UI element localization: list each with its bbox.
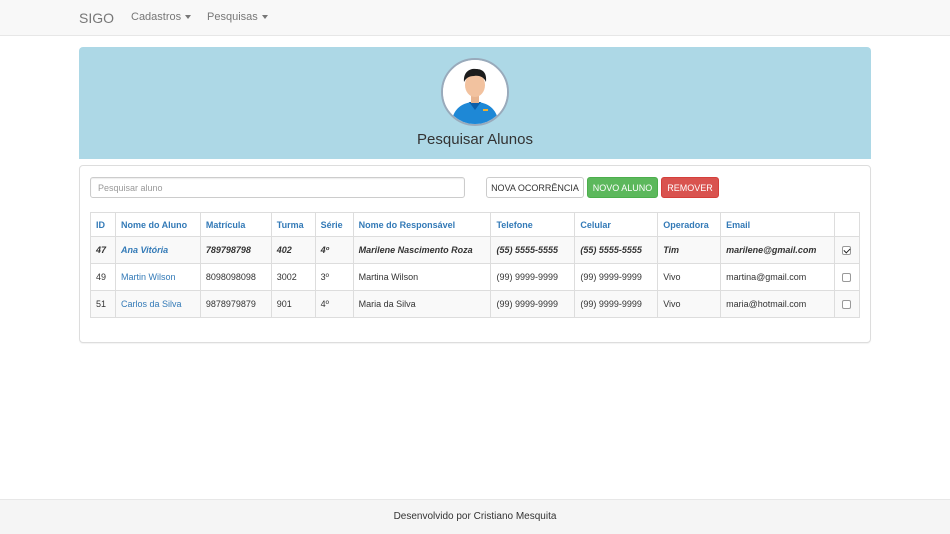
- cell-id: 47: [90, 236, 116, 264]
- caret-down-icon: [261, 15, 268, 20]
- cell-nome-link[interactable]: Ana Vitória: [114, 236, 201, 264]
- column-header-serie[interactable]: Série: [314, 212, 354, 237]
- column-header-id[interactable]: ID: [90, 212, 116, 237]
- cell-responsavel: Maria da Silva: [352, 290, 492, 318]
- user-avatar-icon: [441, 58, 509, 126]
- table-row[interactable]: 47 Ana Vitória 789798798 402 4º Marilene…: [90, 236, 861, 264]
- cell-celular: (99) 9999-9999: [574, 290, 659, 318]
- caret-down-icon: [185, 15, 192, 20]
- cell-id: 49: [90, 263, 116, 291]
- brand-link[interactable]: SIGO: [79, 10, 114, 26]
- menu-cadastros-label: Cadastros: [131, 11, 182, 23]
- cell-responsavel: Marilene Nascimento Roza: [352, 236, 492, 264]
- column-header-responsavel[interactable]: Nome do Responsável: [352, 212, 492, 237]
- menu-cadastros[interactable]: Cadastros: [131, 11, 192, 23]
- column-header-telefone[interactable]: Telefone: [490, 212, 576, 237]
- footer-text: Desenvolvido por Cristiano Mesquita: [393, 511, 557, 522]
- checkbox-unchecked[interactable]: [842, 273, 852, 283]
- cell-select: [833, 263, 861, 291]
- cell-turma: 3002: [270, 263, 316, 291]
- column-header-matricula[interactable]: Matrícula: [199, 212, 272, 237]
- cell-matricula: 789798798: [199, 236, 272, 264]
- menu-pesquisas[interactable]: Pesquisas: [207, 11, 268, 23]
- cell-matricula: 9878979879: [199, 290, 272, 318]
- cell-serie: 4º: [314, 236, 354, 264]
- students-table: ID Nome do Aluno Matrícula Turma Série N…: [90, 212, 861, 318]
- footer: Desenvolvido por Cristiano Mesquita: [0, 499, 950, 534]
- table-row[interactable]: 51 Carlos da Silva 9878979879 901 4º Mar…: [90, 290, 861, 318]
- search-panel: NOVA OCORRÊNCIA NOVO ALUNO REMOVER ID No…: [79, 165, 871, 343]
- cell-id: 51: [90, 290, 116, 318]
- table-header-row: ID Nome do Aluno Matrícula Turma Série N…: [90, 212, 861, 237]
- novo-aluno-button[interactable]: NOVO ALUNO: [587, 177, 658, 198]
- cell-telefone: (99) 9999-9999: [490, 263, 576, 291]
- column-header-select: [833, 212, 861, 237]
- menu-pesquisas-label: Pesquisas: [207, 11, 258, 23]
- column-header-celular[interactable]: Celular: [574, 212, 659, 237]
- table-row[interactable]: 49 Martin Wilson 8098098098 3002 3º Mart…: [90, 263, 861, 291]
- cell-operadora: Vivo: [657, 290, 722, 318]
- column-header-turma[interactable]: Turma: [270, 212, 316, 237]
- checkbox-checked[interactable]: [842, 246, 852, 256]
- cell-matricula: 8098098098: [199, 263, 272, 291]
- checkbox-unchecked[interactable]: [842, 300, 852, 310]
- cell-celular: (55) 5555-5555: [574, 236, 659, 264]
- cell-select: [833, 290, 861, 318]
- search-input[interactable]: [90, 177, 465, 198]
- page-title: Pesquisar Alunos: [417, 131, 533, 148]
- cell-responsavel: Martina Wilson: [352, 263, 492, 291]
- cell-nome-link[interactable]: Martin Wilson: [114, 263, 201, 291]
- cell-serie: 4º: [314, 290, 354, 318]
- cell-select: [833, 236, 861, 264]
- cell-turma: 402: [270, 236, 316, 264]
- cell-email: maria@hotmail.com: [720, 290, 835, 318]
- cell-celular: (99) 9999-9999: [574, 263, 659, 291]
- cell-telefone: (55) 5555-5555: [490, 236, 576, 264]
- cell-email: marilene@gmail.com: [720, 236, 835, 264]
- cell-email: martina@gmail.com: [720, 263, 835, 291]
- cell-serie: 3º: [314, 263, 354, 291]
- column-header-nome[interactable]: Nome do Aluno: [114, 212, 201, 237]
- remover-button[interactable]: REMOVER: [661, 177, 719, 198]
- column-header-email[interactable]: Email: [720, 212, 835, 237]
- page-header: Pesquisar Alunos: [79, 47, 871, 159]
- cell-operadora: Vivo: [657, 263, 722, 291]
- cell-telefone: (99) 9999-9999: [490, 290, 576, 318]
- cell-nome-link[interactable]: Carlos da Silva: [114, 290, 201, 318]
- nova-ocorrencia-button[interactable]: NOVA OCORRÊNCIA: [486, 177, 584, 198]
- navbar: SIGO Cadastros Pesquisas: [0, 0, 950, 36]
- cell-turma: 901: [270, 290, 316, 318]
- cell-operadora: Tim: [657, 236, 722, 264]
- column-header-operadora[interactable]: Operadora: [657, 212, 722, 237]
